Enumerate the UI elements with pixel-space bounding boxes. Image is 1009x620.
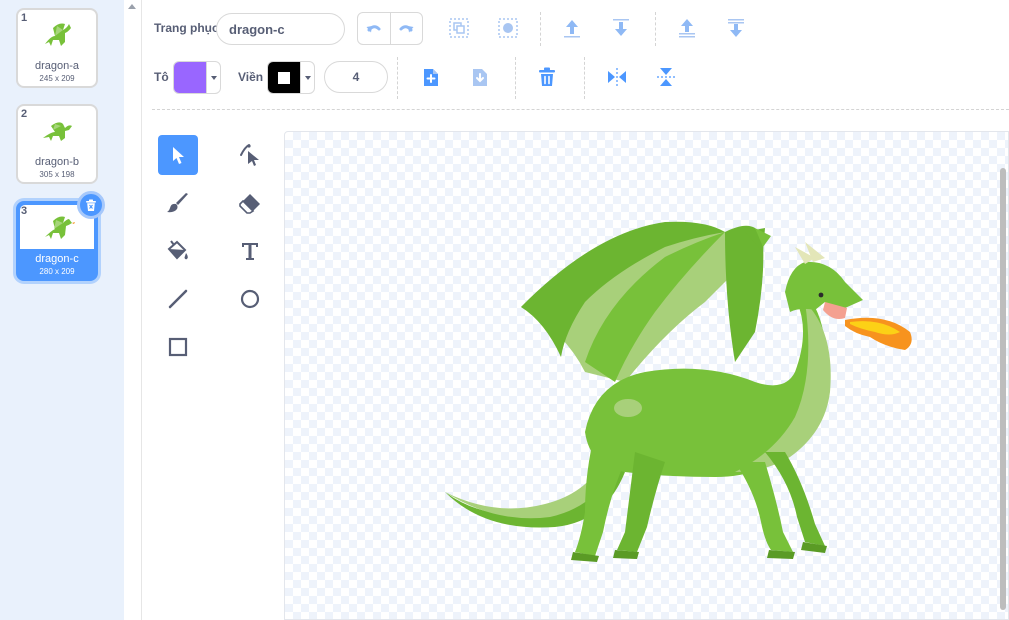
canvas-scrollbar[interactable] — [1000, 168, 1006, 610]
toolbar-divider — [655, 12, 656, 46]
ungroup-icon — [498, 18, 518, 38]
group-icon — [449, 18, 469, 38]
scroll-up-arrow-icon[interactable] — [128, 4, 136, 9]
costume-size: 280 x 209 — [39, 267, 75, 276]
costume-number: 1 — [21, 12, 28, 24]
costume-list-scrollbar[interactable] — [124, 0, 142, 620]
flip-horizontal-icon — [608, 68, 626, 86]
forward-icon — [564, 20, 580, 38]
circle-icon — [240, 289, 260, 309]
reshape-icon — [240, 144, 259, 166]
outline-color-swatch[interactable] — [268, 62, 300, 93]
outline-width-input[interactable] — [324, 61, 388, 93]
copy-button[interactable] — [416, 62, 446, 92]
costume-size: 305 x 198 — [39, 170, 75, 179]
outline-inner-square — [278, 71, 290, 84]
dragon-thumbnail — [45, 216, 75, 239]
undo-icon — [366, 24, 381, 32]
undo-redo-group — [357, 12, 423, 45]
fill-dropdown-button[interactable] — [206, 62, 220, 93]
fill-label: Tô — [154, 70, 169, 84]
fill-tool[interactable] — [158, 231, 198, 271]
text-icon — [242, 243, 258, 260]
costume-list: 1 dragon-a 245 x 209 2 dragon-b 305 x 19… — [0, 0, 124, 620]
flip-horizontal-button[interactable] — [602, 62, 632, 92]
trash-icon — [86, 199, 96, 211]
costume-name: dragon-c — [35, 253, 79, 265]
copy-icon — [424, 69, 438, 86]
toolbar-divider — [515, 57, 516, 99]
costume-number: 3 — [21, 205, 28, 217]
toolbar-divider — [584, 57, 585, 99]
dragon-drawing[interactable] — [285, 132, 1009, 620]
paste-button[interactable] — [465, 62, 495, 92]
group-button[interactable] — [444, 13, 474, 43]
eraser-tool[interactable] — [230, 183, 270, 223]
brush-icon — [167, 193, 188, 213]
fill-color-picker[interactable] — [173, 61, 221, 94]
redo-icon — [399, 24, 414, 32]
chevron-down-icon — [210, 75, 217, 80]
flip-vertical-icon — [657, 68, 675, 86]
reshape-tool[interactable] — [230, 135, 270, 175]
delete-button[interactable] — [532, 62, 562, 92]
backward-icon — [613, 19, 629, 36]
chevron-down-icon — [304, 75, 311, 80]
outline-label: Viền — [238, 70, 264, 84]
rectangle-icon — [168, 337, 188, 357]
eraser-icon — [239, 194, 260, 214]
back-icon — [728, 19, 744, 37]
undo-button[interactable] — [358, 13, 390, 44]
back-button[interactable] — [721, 13, 751, 43]
toolbar-divider-horizontal — [152, 109, 1009, 110]
outline-dropdown-button[interactable] — [300, 62, 314, 93]
costume-tile[interactable]: 1 dragon-a 245 x 209 — [16, 8, 98, 88]
costume-name: dragon-a — [34, 60, 80, 72]
costume-tile[interactable]: 2 dragon-b 305 x 198 — [16, 104, 98, 184]
fill-icon — [167, 240, 188, 260]
costume-label: Trang phục — [154, 21, 219, 35]
forward-button[interactable] — [557, 13, 587, 43]
rectangle-tool[interactable] — [158, 327, 198, 367]
costume-number: 2 — [21, 108, 28, 120]
select-icon — [173, 147, 184, 164]
dragon-thumbnail — [43, 122, 72, 141]
costume-size: 245 x 209 — [39, 74, 75, 83]
paint-canvas[interactable] — [284, 131, 1009, 620]
outline-color-picker[interactable] — [267, 61, 315, 94]
costume-name: dragon-b — [34, 156, 80, 168]
toolbar-divider — [540, 12, 541, 46]
delete-costume-button[interactable] — [77, 191, 105, 219]
toolbar-divider — [397, 57, 398, 99]
delete-icon — [539, 67, 555, 86]
redo-button[interactable] — [389, 13, 423, 44]
circle-tool[interactable] — [230, 279, 270, 319]
text-tool[interactable] — [230, 231, 270, 271]
brush-tool[interactable] — [158, 183, 198, 223]
costume-name-input[interactable] — [216, 13, 345, 45]
paste-icon — [473, 69, 487, 86]
fill-color-swatch[interactable] — [174, 62, 206, 93]
front-button[interactable] — [672, 13, 702, 43]
front-icon — [679, 19, 695, 38]
dragon-thumbnail — [45, 23, 71, 46]
line-icon — [168, 289, 188, 309]
backward-button[interactable] — [606, 13, 636, 43]
select-tool[interactable] — [158, 135, 198, 175]
flip-vertical-button[interactable] — [651, 62, 681, 92]
line-tool[interactable] — [158, 279, 198, 319]
ungroup-button[interactable] — [493, 13, 523, 43]
